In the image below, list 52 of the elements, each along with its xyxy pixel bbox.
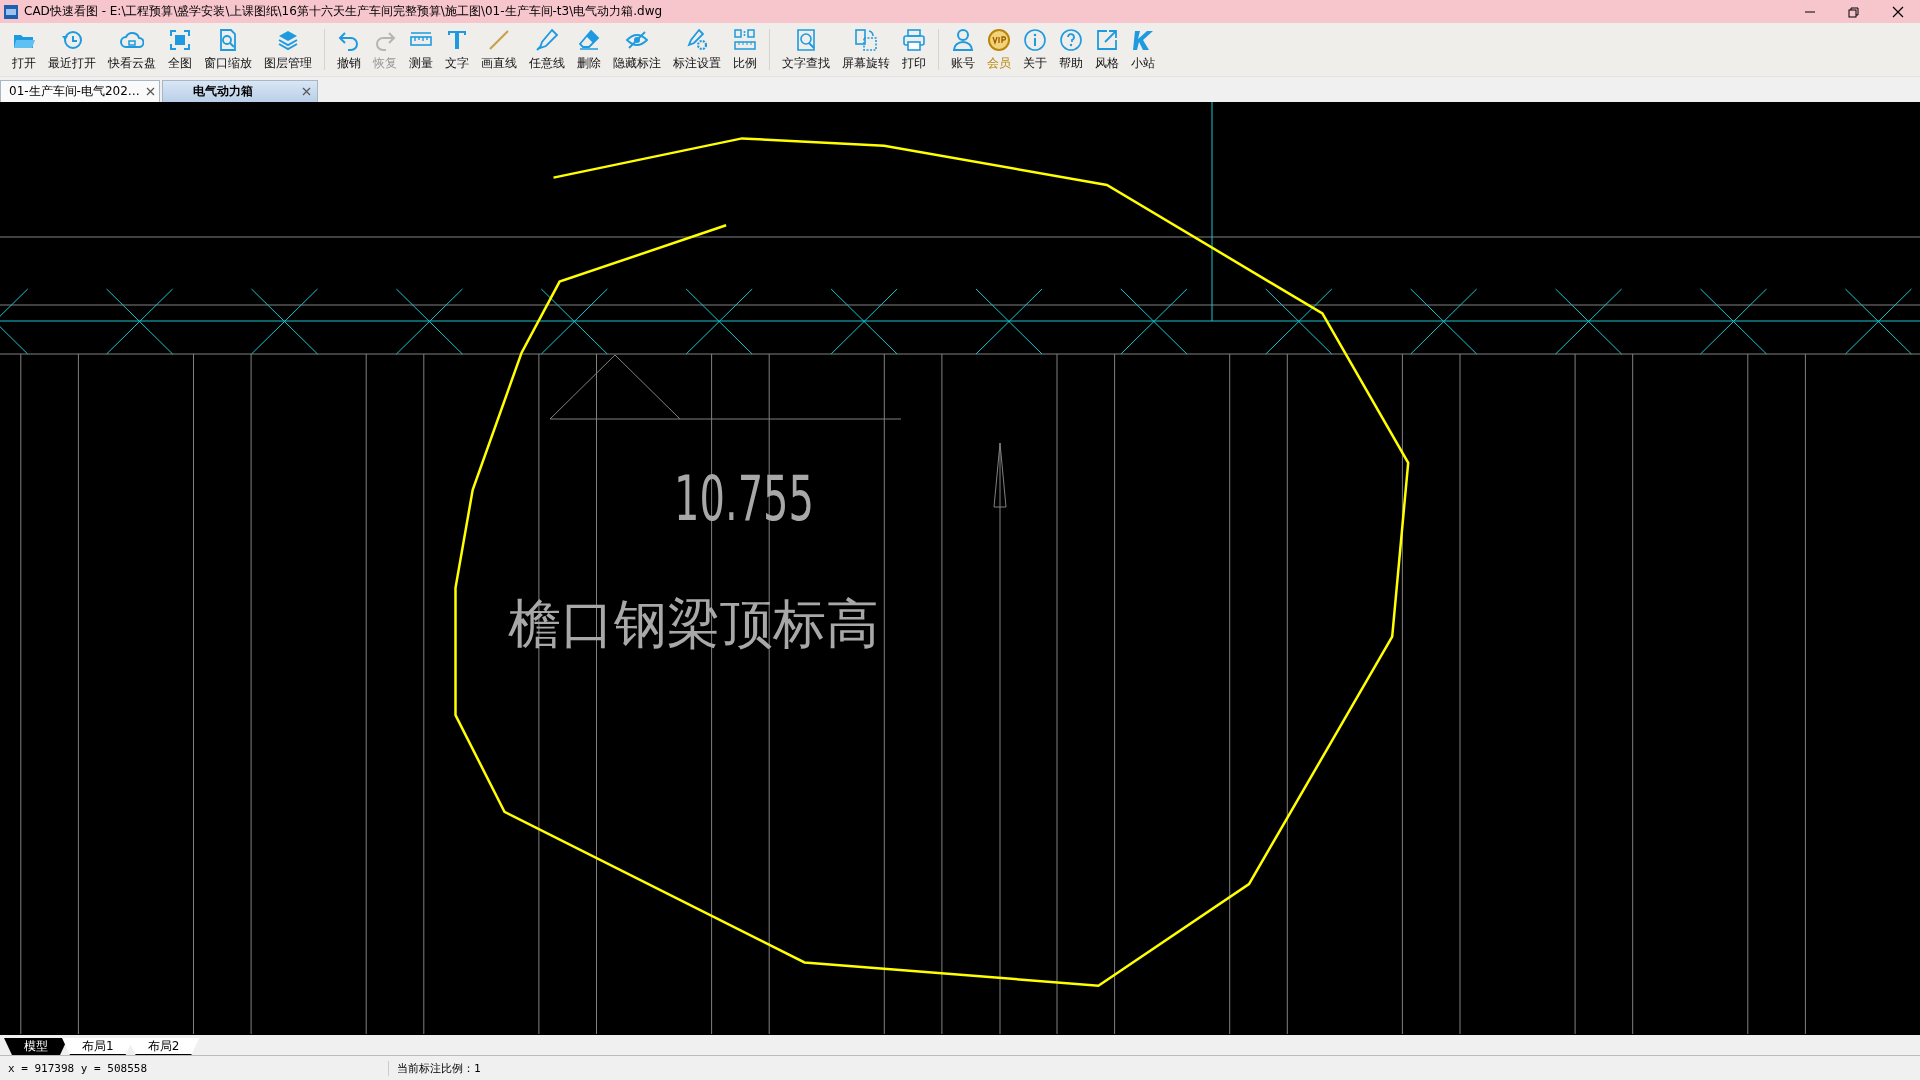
toolbar-button[interactable]: 隐藏标注: [607, 23, 667, 76]
document-tab[interactable]: 01-生产车间-电气202…: [0, 80, 160, 102]
toolbar-button[interactable]: 屏幕旋转: [836, 23, 896, 76]
vip-badge-icon: [987, 28, 1011, 52]
toolbar-button[interactable]: 窗口缩放: [198, 23, 258, 76]
pen-gear-icon: [685, 28, 709, 52]
printer-icon: [902, 28, 926, 52]
pen-icon: [535, 28, 559, 52]
toolbar-button[interactable]: 风格: [1089, 23, 1125, 76]
toolbar-button[interactable]: 最近打开: [42, 23, 102, 76]
toolbar-button[interactable]: 全图: [162, 23, 198, 76]
rotate-screen-icon: [854, 28, 878, 52]
close-icon[interactable]: [1891, 5, 1905, 18]
annotation-scale: 当前标注比例：1: [388, 1060, 481, 1076]
app-icon: [4, 4, 18, 19]
cursor-coordinates: x = 917398 y = 508558: [7, 1061, 149, 1075]
toolbar-button[interactable]: 小站: [1125, 23, 1161, 76]
toolbar-button[interactable]: 图层管理: [258, 23, 318, 76]
window-title: CAD快速看图 - E:\工程预算\盛学安装\上课图纸\16第十六天生产车间完整预算\施工图\01-生产车间-t3\电气动力箱.dwg: [24, 3, 664, 20]
toolbar-button[interactable]: 测量: [403, 23, 439, 76]
document-tab[interactable]: 电气动力箱: [162, 80, 318, 102]
k-logo-icon: [1131, 28, 1155, 52]
ratio-ruler-icon: [733, 28, 757, 52]
search-icon: [794, 28, 818, 52]
toolbar-button[interactable]: 关于: [1017, 23, 1053, 76]
text-icon: [445, 28, 469, 52]
toolbar-button[interactable]: 账号: [945, 23, 981, 76]
close-icon[interactable]: [145, 87, 155, 96]
toolbar-button[interactable]: 比例: [727, 23, 763, 76]
help-icon: [1059, 28, 1083, 52]
toolbar-button[interactable]: 文字: [439, 23, 475, 76]
fit-screen-icon: [168, 28, 192, 52]
close-icon[interactable]: [302, 87, 311, 96]
toolbar-button[interactable]: 打印: [896, 23, 932, 76]
layers-icon: [276, 28, 300, 52]
info-icon: [1023, 28, 1047, 52]
arrow-symbol: [993, 442, 1007, 508]
toolbar-button[interactable]: 删除: [571, 23, 607, 76]
clock-icon: [60, 28, 84, 52]
toolbar-button[interactable]: 文字查找: [776, 23, 836, 76]
eraser-icon: [577, 28, 601, 52]
toolbar-button[interactable]: 打开: [6, 23, 42, 76]
diagonal-line-icon: [487, 28, 511, 52]
toolbar-button[interactable]: 快看云盘: [102, 23, 162, 76]
toolbar-button[interactable]: 撤销: [331, 23, 367, 76]
toolbar-button[interactable]: 标注设置: [667, 23, 727, 76]
user-icon: [951, 28, 975, 52]
external-link-icon: [1095, 28, 1119, 52]
restore-icon[interactable]: [1847, 5, 1861, 18]
toolbar-button[interactable]: 任意线: [523, 23, 571, 76]
toolbar-button[interactable]: 画直线: [475, 23, 523, 76]
toolbar-button[interactable]: 帮助: [1053, 23, 1089, 76]
